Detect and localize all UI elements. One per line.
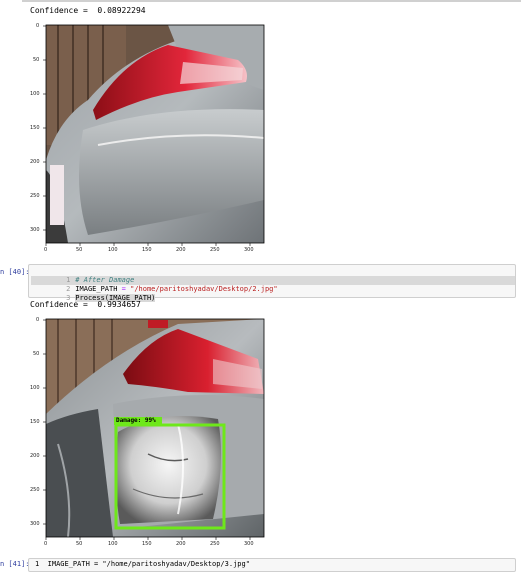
code-line-1: 1 # After Damage	[66, 276, 135, 284]
plot-1-xtick-150: 150	[142, 247, 152, 253]
plot-1-ytick-100: 100	[30, 91, 40, 97]
plot-2-xtick-300: 300	[244, 541, 254, 547]
plot-2-xtick-200: 200	[176, 541, 186, 547]
plot-1-xtick-300: 300	[244, 247, 254, 253]
output-confidence-1: Confidence = 0.08922294	[30, 6, 146, 15]
cell-41-code: 1 IMAGE_PATH = "/home/paritoshyadav/Desk…	[35, 560, 250, 568]
plot-2-ytick-250: 250	[30, 487, 40, 493]
plot-1-x-ticks	[45, 243, 251, 246]
cell-40-input[interactable]: 1 # After Damage 2 IMAGE_PATH = "/home/par…	[28, 264, 516, 302]
plot-2-x-ticks	[45, 537, 251, 540]
plot-1-ytick-150: 150	[30, 125, 40, 131]
damage-label: Damage: 99%	[116, 417, 156, 424]
output-confidence-2: Confidence = 0.9934657	[30, 300, 141, 309]
plot-1: 0 50 100 150 200 250 300 0 50 100 150 20…	[28, 20, 268, 256]
car-photo-2	[46, 319, 264, 538]
plot-1-xtick-250: 250	[210, 247, 220, 253]
plot-1-ytick-0: 0	[36, 23, 40, 29]
plot-2-xtick-150: 150	[142, 541, 152, 547]
plot-2-xtick-250: 250	[210, 541, 220, 547]
car-photo-1	[46, 25, 265, 243]
plot-1-ytick-300: 300	[30, 227, 40, 233]
plot-2-ytick-50: 50	[33, 351, 40, 357]
plot-2-ytick-200: 200	[30, 453, 40, 459]
cell-41-prompt: n [41]:	[0, 560, 30, 568]
plot-2-ytick-300: 300	[30, 521, 40, 527]
plot-2-svg	[43, 318, 265, 540]
plot-2-y-ticks	[43, 319, 46, 525]
plot-1-xtick-200: 200	[176, 247, 186, 253]
plot-2-xtick-0: 0	[44, 541, 48, 547]
plot-2-ytick-100: 100	[30, 385, 40, 391]
plot-2-xtick-50: 50	[76, 541, 83, 547]
plot-1-xtick-100: 100	[108, 247, 118, 253]
plot-1-svg	[43, 24, 265, 246]
plot-2-xtick-100: 100	[108, 541, 118, 547]
cell-41-input[interactable]: 1 IMAGE_PATH = "/home/paritoshyadav/Desk…	[28, 558, 516, 572]
plot-1-ytick-200: 200	[30, 159, 40, 165]
plot-1-ytick-250: 250	[30, 193, 40, 199]
plot-1-y-ticks	[43, 25, 46, 231]
plot-1-xtick-0: 0	[44, 247, 48, 253]
plot-1-xtick-50: 50	[76, 247, 83, 253]
plot-2-ytick-150: 150	[30, 419, 40, 425]
plot-2: Damage: 99% 0 50 100 150 200 250 300 0 5…	[28, 314, 268, 550]
previous-cell-border	[22, 0, 521, 2]
plot-1-ytick-50: 50	[33, 57, 40, 63]
cell-40-prompt: n [40]:	[0, 268, 30, 276]
plot-2-ytick-0: 0	[36, 317, 40, 323]
